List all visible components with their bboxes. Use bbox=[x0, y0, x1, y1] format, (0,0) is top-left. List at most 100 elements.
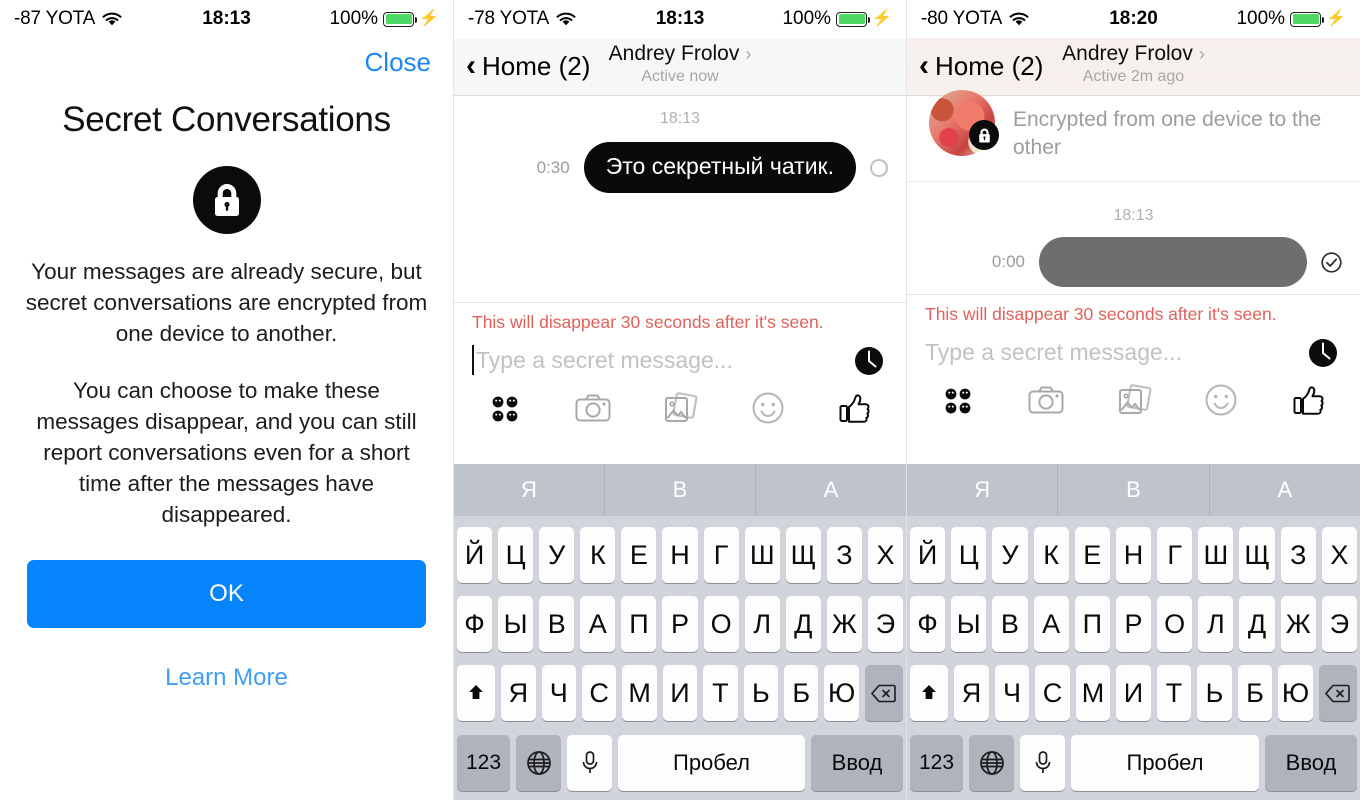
key-10[interactable]: Х bbox=[867, 527, 904, 583]
key-12[interactable]: Ы bbox=[498, 596, 534, 652]
backspace-icon[interactable] bbox=[864, 665, 904, 721]
learn-more-link[interactable]: Learn More bbox=[0, 664, 453, 692]
key-29[interactable]: Б bbox=[1237, 665, 1273, 721]
key-8[interactable]: Щ bbox=[785, 527, 821, 583]
key-13[interactable]: В bbox=[539, 596, 575, 652]
key-2[interactable]: У bbox=[539, 527, 575, 583]
shift-icon[interactable] bbox=[456, 665, 496, 721]
photos-icon[interactable] bbox=[655, 387, 705, 429]
numbers-key[interactable]: 123 bbox=[910, 735, 963, 791]
key-14[interactable]: А bbox=[1033, 596, 1069, 652]
key-9[interactable]: З bbox=[826, 527, 862, 583]
key-23[interactable]: Ч bbox=[994, 665, 1030, 721]
key-18[interactable]: Л bbox=[744, 596, 780, 652]
key-12[interactable]: Ы bbox=[951, 596, 987, 652]
key-24[interactable]: С bbox=[1035, 665, 1070, 721]
message-bubble[interactable]: Это секретный чатик. bbox=[583, 142, 856, 193]
key-8[interactable]: Щ bbox=[1239, 527, 1275, 583]
back-button[interactable]: ‹ Home (2) bbox=[919, 50, 1043, 82]
back-button[interactable]: ‹ Home (2) bbox=[466, 50, 590, 82]
suggestion-1[interactable]: В bbox=[1058, 464, 1210, 516]
key-22[interactable]: Я bbox=[954, 665, 989, 721]
key-3[interactable]: К bbox=[1033, 527, 1069, 583]
sticker-smiley-icon[interactable] bbox=[743, 387, 793, 429]
key-27[interactable]: Т bbox=[1156, 665, 1192, 721]
key-3[interactable]: К bbox=[580, 527, 616, 583]
disappearing-timer-icon[interactable] bbox=[1304, 333, 1342, 371]
globe-icon[interactable] bbox=[516, 735, 561, 791]
key-26[interactable]: И bbox=[662, 665, 698, 721]
avatar[interactable] bbox=[929, 90, 999, 156]
key-2[interactable]: У bbox=[992, 527, 1028, 583]
close-button[interactable]: Close bbox=[365, 47, 431, 78]
suggestion-0[interactable]: Я bbox=[454, 464, 605, 516]
key-27[interactable]: Т bbox=[703, 665, 738, 721]
key-30[interactable]: Ю bbox=[1278, 665, 1313, 721]
key-6[interactable]: Г bbox=[1157, 527, 1193, 583]
key-15[interactable]: П bbox=[1074, 596, 1110, 652]
key-5[interactable]: Н bbox=[662, 527, 698, 583]
key-21[interactable]: Э bbox=[1321, 596, 1358, 652]
key-0[interactable]: Й bbox=[909, 527, 946, 583]
microphone-icon[interactable] bbox=[567, 735, 612, 791]
space-key[interactable]: Пробел bbox=[1071, 735, 1259, 791]
key-1[interactable]: Ц bbox=[498, 527, 534, 583]
key-13[interactable]: В bbox=[992, 596, 1028, 652]
key-1[interactable]: Ц bbox=[951, 527, 987, 583]
camera-icon[interactable] bbox=[1021, 379, 1071, 421]
key-19[interactable]: Д bbox=[785, 596, 821, 652]
thumbs-up-icon[interactable] bbox=[830, 387, 880, 429]
key-0[interactable]: Й bbox=[456, 527, 493, 583]
key-21[interactable]: Э bbox=[867, 596, 904, 652]
key-16[interactable]: Р bbox=[1115, 596, 1152, 652]
key-4[interactable]: Е bbox=[1074, 527, 1110, 583]
shift-icon[interactable] bbox=[910, 665, 949, 721]
key-9[interactable]: З bbox=[1280, 527, 1316, 583]
key-24[interactable]: С bbox=[581, 665, 617, 721]
key-28[interactable]: Ь bbox=[743, 665, 779, 721]
enter-key[interactable]: Ввод bbox=[1265, 735, 1357, 791]
key-14[interactable]: А bbox=[580, 596, 616, 652]
key-29[interactable]: Б bbox=[784, 665, 819, 721]
suggestion-2[interactable]: А bbox=[1210, 464, 1360, 516]
menu-dots-icon[interactable] bbox=[933, 379, 983, 421]
key-17[interactable]: О bbox=[703, 596, 739, 652]
backspace-icon[interactable] bbox=[1318, 665, 1357, 721]
key-6[interactable]: Г bbox=[703, 527, 739, 583]
key-23[interactable]: Ч bbox=[541, 665, 576, 721]
thumbs-up-icon[interactable] bbox=[1284, 379, 1334, 421]
microphone-icon[interactable] bbox=[1020, 735, 1065, 791]
key-4[interactable]: Е bbox=[621, 527, 657, 583]
key-28[interactable]: Ь bbox=[1197, 665, 1232, 721]
globe-icon[interactable] bbox=[969, 735, 1014, 791]
sticker-smiley-icon[interactable] bbox=[1196, 379, 1246, 421]
numbers-key[interactable]: 123 bbox=[457, 735, 510, 791]
key-20[interactable]: Ж bbox=[826, 596, 862, 652]
key-30[interactable]: Ю bbox=[824, 665, 859, 721]
photos-icon[interactable] bbox=[1109, 379, 1159, 421]
disappearing-timer-icon[interactable] bbox=[850, 341, 888, 379]
key-10[interactable]: Х bbox=[1321, 527, 1358, 583]
key-7[interactable]: Ш bbox=[744, 527, 780, 583]
message-input-row[interactable]: Type a secret message... bbox=[454, 333, 906, 381]
message-input-row[interactable]: Type a secret message... bbox=[907, 325, 1360, 373]
key-5[interactable]: Н bbox=[1115, 527, 1152, 583]
key-20[interactable]: Ж bbox=[1280, 596, 1316, 652]
message-bubble-expired[interactable] bbox=[1039, 237, 1307, 287]
menu-dots-icon[interactable] bbox=[480, 387, 530, 429]
space-key[interactable]: Пробел bbox=[618, 735, 805, 791]
key-11[interactable]: Ф bbox=[909, 596, 946, 652]
key-22[interactable]: Я bbox=[501, 665, 536, 721]
camera-icon[interactable] bbox=[568, 387, 618, 429]
suggestion-2[interactable]: А bbox=[756, 464, 906, 516]
key-25[interactable]: М bbox=[622, 665, 657, 721]
key-26[interactable]: И bbox=[1116, 665, 1151, 721]
key-7[interactable]: Ш bbox=[1198, 527, 1234, 583]
key-17[interactable]: О bbox=[1157, 596, 1193, 652]
ok-button[interactable]: OK bbox=[27, 560, 426, 628]
enter-key[interactable]: Ввод bbox=[811, 735, 903, 791]
key-18[interactable]: Л bbox=[1198, 596, 1234, 652]
key-11[interactable]: Ф bbox=[456, 596, 493, 652]
suggestion-1[interactable]: В bbox=[605, 464, 756, 516]
key-19[interactable]: Д bbox=[1239, 596, 1275, 652]
